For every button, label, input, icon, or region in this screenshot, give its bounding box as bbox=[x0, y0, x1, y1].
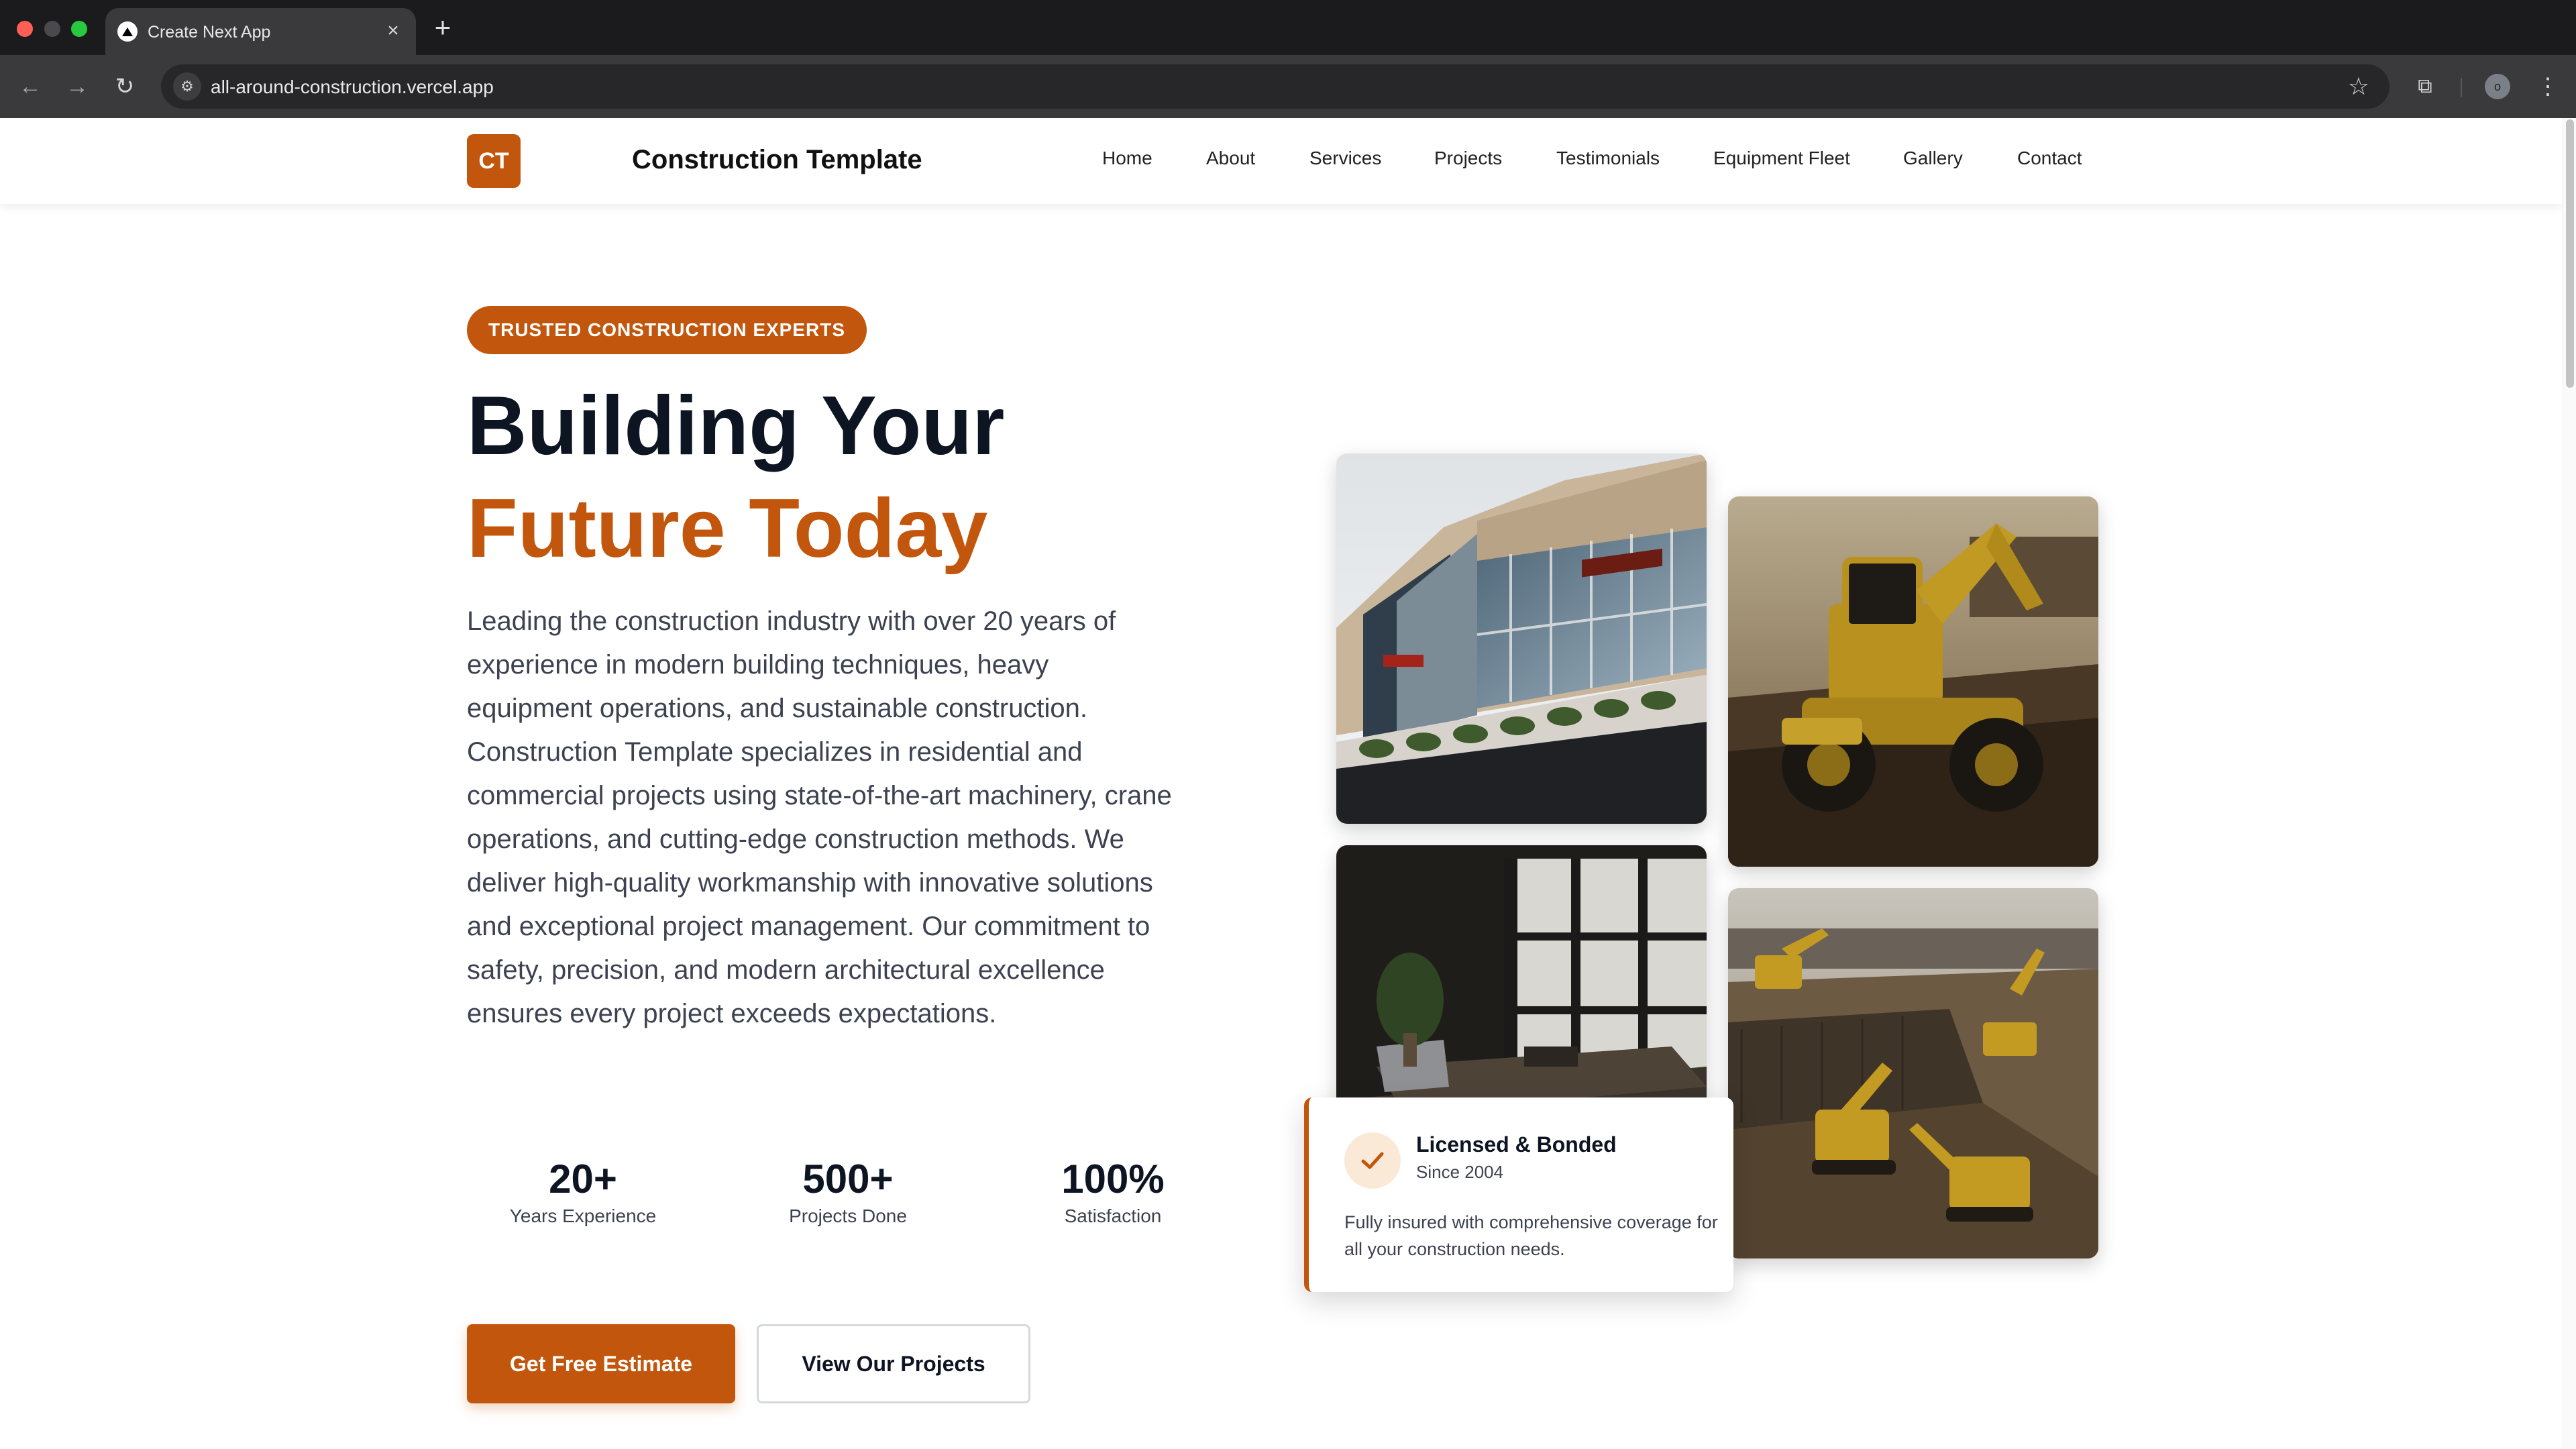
forward-arrow-icon[interactable]: → bbox=[62, 71, 93, 102]
building-exterior-photo bbox=[1336, 453, 1707, 824]
bookmark-star-icon[interactable]: ☆ bbox=[2348, 72, 2369, 101]
license-description: Fully insured with comprehensive coverag… bbox=[1344, 1212, 1718, 1259]
site-logo[interactable]: CT bbox=[467, 134, 521, 188]
nav-link-home[interactable]: Home bbox=[1102, 148, 1152, 169]
nav-link-equipment-fleet[interactable]: Equipment Fleet bbox=[1713, 148, 1850, 169]
view-projects-button[interactable]: View Our Projects bbox=[757, 1324, 1030, 1403]
back-arrow-icon[interactable]: ← bbox=[15, 71, 46, 102]
nav-link-testimonials[interactable]: Testimonials bbox=[1556, 148, 1660, 169]
url-text[interactable]: all-around-construction.vercel.app bbox=[211, 76, 494, 98]
profile-avatar[interactable]: o bbox=[2485, 74, 2510, 99]
stat-satisfaction: 100% Satisfaction bbox=[1002, 1156, 1224, 1227]
brand-name[interactable]: Construction Template bbox=[632, 145, 922, 175]
browser-tab[interactable]: Create Next App × bbox=[105, 8, 416, 55]
window-close-button[interactable] bbox=[17, 21, 33, 37]
check-badge bbox=[1344, 1132, 1401, 1189]
hero-description: Leading the construction industry with o… bbox=[467, 606, 1172, 1028]
stat-value: 100% bbox=[1061, 1157, 1165, 1201]
tab-search-icon[interactable]: ⧉ bbox=[2408, 70, 2442, 103]
window-minimize-button[interactable] bbox=[44, 21, 60, 37]
hero-headline-line1: Building Your bbox=[467, 380, 1005, 472]
get-free-estimate-button[interactable]: Get Free Estimate bbox=[467, 1324, 735, 1403]
stat-label: Satisfaction bbox=[1064, 1205, 1162, 1226]
reload-icon[interactable]: ↻ bbox=[109, 71, 140, 102]
stat-label: Years Experience bbox=[509, 1205, 657, 1226]
toolbar-divider bbox=[2461, 78, 2462, 97]
building-exterior-image bbox=[1336, 453, 1707, 824]
address-bar[interactable]: ⚙ all-around-construction.vercel.app ☆ bbox=[161, 64, 2390, 109]
construction-site-image bbox=[1728, 888, 2098, 1258]
hero-headline-line2: Future Today bbox=[467, 482, 988, 575]
more-menu-icon[interactable]: ⋮ bbox=[2534, 70, 2561, 103]
licensed-bonded-card: Licensed & Bonded Since 2004 Fully insur… bbox=[1304, 1097, 1733, 1292]
scrollbar-thumb[interactable] bbox=[2566, 119, 2574, 388]
nav-link-services[interactable]: Services bbox=[1309, 148, 1381, 169]
license-subtitle: Since 2004 bbox=[1416, 1162, 1504, 1182]
checkmark-icon bbox=[1361, 1152, 1384, 1169]
nav-link-about[interactable]: About bbox=[1206, 148, 1255, 169]
license-title: Licensed & Bonded bbox=[1416, 1132, 1617, 1157]
nav-link-projects[interactable]: Projects bbox=[1434, 148, 1502, 169]
page-viewport: CT Construction Template Home About Serv… bbox=[0, 118, 2576, 1449]
stat-value: 500+ bbox=[802, 1157, 894, 1201]
hero-badge: TRUSTED CONSTRUCTION EXPERTS bbox=[467, 306, 867, 354]
nav-link-contact[interactable]: Contact bbox=[2017, 148, 2082, 169]
page-scrollbar[interactable] bbox=[2563, 118, 2576, 1449]
stat-label: Projects Done bbox=[789, 1205, 907, 1226]
excavator-image bbox=[1728, 496, 2098, 867]
nextjs-favicon-icon bbox=[117, 21, 138, 42]
tab-close-icon[interactable]: × bbox=[381, 19, 405, 43]
excavator-photo bbox=[1728, 496, 2098, 867]
stat-projects: 500+ Projects Done bbox=[737, 1156, 959, 1227]
nav-link-gallery[interactable]: Gallery bbox=[1903, 148, 1963, 169]
site-settings-icon[interactable]: ⚙ bbox=[173, 72, 201, 101]
window-maximize-button[interactable] bbox=[71, 21, 87, 37]
browser-toolbar: ← → ↻ ⚙ all-around-construction.vercel.a… bbox=[0, 55, 2576, 118]
browser-tab-bar: Create Next App × + bbox=[0, 0, 2576, 55]
tab-title: Create Next App bbox=[148, 23, 271, 42]
new-tab-button[interactable]: + bbox=[429, 12, 456, 43]
stat-years: 20+ Years Experience bbox=[472, 1156, 694, 1227]
site-header: CT Construction Template Home About Serv… bbox=[0, 118, 2563, 204]
construction-site-photo bbox=[1728, 888, 2098, 1258]
stat-value: 20+ bbox=[549, 1157, 617, 1201]
